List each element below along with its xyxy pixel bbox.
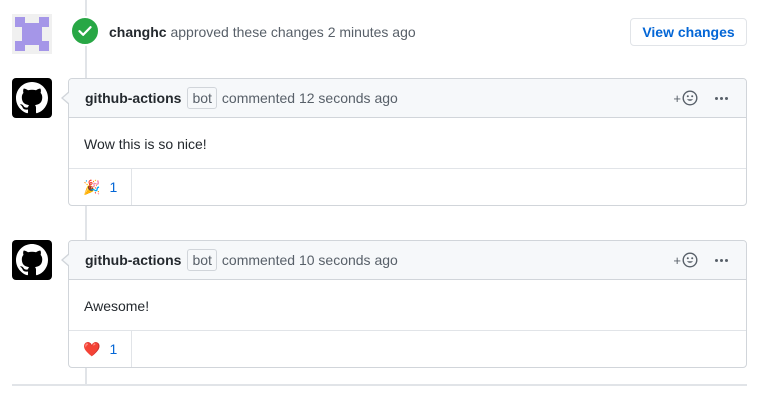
comment-action: commented 10 seconds ago — [222, 252, 398, 268]
reaction-count: 1 — [109, 341, 118, 357]
smiley-icon — [682, 252, 698, 268]
tada-emoji-icon: 🎉 — [83, 179, 101, 195]
comment-header: github-actions bot commented 10 seconds … — [69, 241, 746, 280]
comment-header-actions: + — [673, 90, 746, 106]
comment-header: github-actions bot commented 12 seconds … — [69, 79, 746, 118]
kebab-horizontal-icon[interactable] — [715, 96, 728, 100]
reaction-heart-button[interactable]: ❤️ 1 — [69, 331, 132, 367]
comment-header-actions: + — [673, 252, 746, 268]
comment-avatar[interactable] — [12, 78, 52, 118]
comment-card: github-actions bot commented 10 seconds … — [61, 240, 747, 368]
check-icon — [78, 26, 92, 36]
approval-action: approved these changes — [170, 24, 324, 40]
comment-avatar[interactable] — [12, 240, 52, 280]
bot-badge: bot — [187, 249, 217, 271]
comment-action-text: commented — [221, 252, 296, 268]
add-reaction-button[interactable]: + — [673, 90, 698, 106]
approval-event-text: changhc approved these changes 2 minutes… — [109, 23, 416, 41]
comment-timestamp[interactable]: 12 seconds ago — [299, 90, 398, 106]
heart-emoji-icon: ❤️ — [83, 341, 101, 357]
comment-action-text: commented — [221, 90, 296, 106]
comment-reactions: ❤️ 1 — [69, 331, 746, 367]
comment-action: commented 12 seconds ago — [222, 90, 398, 106]
comment-author-link[interactable]: github-actions — [85, 252, 181, 268]
github-octocat-icon — [16, 82, 48, 114]
comment-author-link[interactable]: github-actions — [85, 90, 181, 106]
timeline-divider — [12, 384, 747, 386]
approval-author-link[interactable]: changhc — [109, 24, 167, 40]
reaction-count: 1 — [109, 179, 118, 195]
add-reaction-button[interactable]: + — [673, 252, 698, 268]
kebab-horizontal-icon[interactable] — [715, 258, 728, 262]
changhc-avatar[interactable] — [12, 14, 52, 54]
approval-time[interactable]: 2 minutes ago — [328, 24, 416, 40]
plus-icon: + — [673, 252, 681, 268]
smiley-icon — [682, 90, 698, 106]
bot-badge: bot — [187, 87, 217, 109]
comment-body: Wow this is so nice! — [69, 118, 746, 169]
approved-badge — [70, 16, 100, 46]
plus-icon: + — [673, 90, 681, 106]
comment-timestamp[interactable]: 10 seconds ago — [299, 252, 398, 268]
reaction-tada-button[interactable]: 🎉 1 — [69, 169, 132, 205]
comment-card: github-actions bot commented 12 seconds … — [61, 78, 747, 206]
github-octocat-icon — [16, 244, 48, 276]
comment-reactions: 🎉 1 — [69, 169, 746, 205]
view-changes-button[interactable]: View changes — [630, 18, 747, 46]
comment-body: Awesome! — [69, 280, 746, 331]
identicon-avatar — [12, 14, 52, 54]
